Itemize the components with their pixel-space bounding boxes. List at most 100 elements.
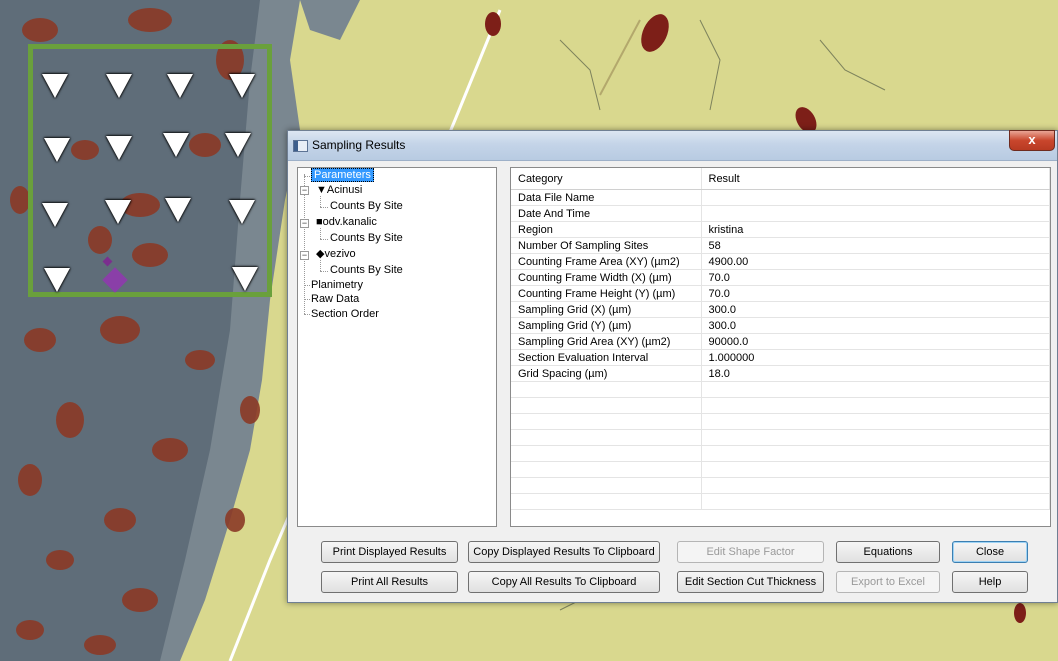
collapse-icon[interactable]: − [300, 219, 309, 228]
tree-item-label: Parameters [311, 168, 374, 182]
empty-cell [511, 445, 702, 462]
result-cell: 70.0 [701, 285, 1050, 302]
acinusi-marker[interactable] [225, 133, 251, 157]
tree-item-acinusi[interactable]: ▼Acinusi [316, 183, 362, 198]
tree-item-vezivo[interactable]: ◆vezivo [316, 247, 356, 262]
acinusi-marker[interactable] [232, 267, 258, 291]
close-button[interactable]: Close [952, 541, 1028, 563]
tree-connector [304, 174, 305, 314]
table-row-empty [511, 493, 1050, 510]
tree-item-vezivo-counts[interactable]: Counts By Site [330, 263, 403, 278]
collapse-icon[interactable]: − [300, 186, 309, 195]
result-cell: 1.000000 [701, 349, 1050, 366]
print-all-results-button[interactable]: Print All Results [321, 571, 458, 593]
table-row[interactable]: Grid Spacing (µm) 18.0 [511, 365, 1050, 382]
empty-cell [511, 477, 702, 494]
table-row-empty [511, 397, 1050, 414]
print-displayed-results-button[interactable]: Print Displayed Results [321, 541, 458, 563]
tree-connector [304, 314, 310, 315]
category-cell: Number Of Sampling Sites [511, 237, 702, 254]
tree-connector [304, 285, 310, 286]
acinusi-marker[interactable] [106, 74, 132, 98]
result-cell: 300.0 [701, 301, 1050, 318]
acinusi-marker[interactable] [167, 74, 193, 98]
table-row[interactable]: Number Of Sampling Sites 58 [511, 237, 1050, 254]
table-row-empty [511, 477, 1050, 494]
sampling-results-window: Sampling Results x Parameters − ▼Acinusi [287, 130, 1058, 603]
help-button[interactable]: Help [952, 571, 1028, 593]
table-row-empty [511, 381, 1050, 398]
category-cell: Sampling Grid (Y) (µm) [511, 317, 702, 334]
empty-cell [701, 413, 1050, 430]
acinusi-marker[interactable] [163, 133, 189, 157]
tree-connector [320, 207, 328, 208]
table-row[interactable]: Counting Frame Area (XY) (µm2) 4900.00 [511, 253, 1050, 270]
empty-cell [511, 461, 702, 478]
table-row[interactable]: Counting Frame Height (Y) (µm) 70.0 [511, 285, 1050, 302]
category-cell: Region [511, 221, 702, 238]
empty-cell [701, 493, 1050, 510]
acinusi-marker[interactable] [44, 268, 70, 292]
empty-cell [701, 381, 1050, 398]
tree-item-label: ▼Acinusi [316, 184, 363, 196]
window-client-area: Parameters − ▼Acinusi Counts By Site − ■… [288, 161, 1057, 602]
acinusi-marker[interactable] [106, 136, 132, 160]
results-tree[interactable]: Parameters − ▼Acinusi Counts By Site − ■… [297, 167, 497, 527]
tree-item-parameters[interactable]: Parameters [311, 168, 374, 183]
table-row[interactable]: Counting Frame Width (X) (µm) 70.0 [511, 269, 1050, 286]
table-row[interactable]: Sampling Grid (X) (µm) 300.0 [511, 301, 1050, 318]
empty-cell [511, 413, 702, 430]
copy-all-results-button[interactable]: Copy All Results To Clipboard [468, 571, 660, 593]
acinusi-marker[interactable] [165, 198, 191, 222]
column-header-result[interactable]: Result [701, 168, 1050, 190]
empty-cell [701, 445, 1050, 462]
collapse-icon[interactable]: − [300, 251, 309, 260]
close-window-button[interactable]: x [1009, 130, 1055, 151]
tree-item-section-order[interactable]: Section Order [311, 307, 379, 322]
tree-item-raw-data[interactable]: Raw Data [311, 292, 359, 307]
tree-item-label: ■odv.kanalic [316, 216, 377, 228]
category-cell: Counting Frame Width (X) (µm) [511, 269, 702, 286]
tree-item-odv-kanalic[interactable]: ■odv.kanalic [316, 215, 377, 230]
table-row[interactable]: Sampling Grid Area (XY) (µm2) 90000.0 [511, 333, 1050, 350]
category-cell: Sampling Grid Area (XY) (µm2) [511, 333, 702, 350]
acinusi-marker[interactable] [105, 200, 131, 224]
tree-item-planimetry[interactable]: Planimetry [311, 278, 363, 293]
export-to-excel-button[interactable]: Export to Excel [836, 571, 940, 593]
result-cell: 18.0 [701, 365, 1050, 382]
copy-displayed-results-button[interactable]: Copy Displayed Results To Clipboard [468, 541, 660, 563]
acinusi-marker[interactable] [42, 203, 68, 227]
app-window-icon [293, 140, 308, 152]
window-title: Sampling Results [312, 138, 406, 152]
edit-section-cut-thickness-button[interactable]: Edit Section Cut Thickness [677, 571, 824, 593]
tree-item-odv-kanalic-counts[interactable]: Counts By Site [330, 231, 403, 246]
equations-button[interactable]: Equations [836, 541, 940, 563]
table-row[interactable]: Data File Name [511, 189, 1050, 206]
empty-cell [511, 429, 702, 446]
tree-connector [320, 239, 328, 240]
tree-item-acinusi-counts[interactable]: Counts By Site [330, 199, 403, 214]
category-cell: Grid Spacing (µm) [511, 365, 702, 382]
acinusi-marker[interactable] [44, 138, 70, 162]
tree-item-label: Raw Data [311, 293, 360, 305]
acinusi-marker[interactable] [229, 200, 255, 224]
edit-shape-factor-button[interactable]: Edit Shape Factor [677, 541, 824, 563]
table-row[interactable]: Sampling Grid (Y) (µm) 300.0 [511, 317, 1050, 334]
table-row[interactable]: Date And Time [511, 205, 1050, 222]
acinusi-marker[interactable] [229, 74, 255, 98]
result-cell: 70.0 [701, 269, 1050, 286]
acinusi-marker[interactable] [42, 74, 68, 98]
category-cell: Counting Frame Area (XY) (µm2) [511, 253, 702, 270]
result-cell: kristina [701, 221, 1050, 238]
results-table[interactable]: Category Result Data File Name Date And T… [510, 167, 1051, 527]
category-cell: Counting Frame Height (Y) (µm) [511, 285, 702, 302]
window-titlebar[interactable]: Sampling Results x [288, 130, 1057, 161]
table-row-empty [511, 461, 1050, 478]
table-row[interactable]: Region kristina [511, 221, 1050, 238]
table-row[interactable]: Section Evaluation Interval 1.000000 [511, 349, 1050, 366]
tree-connector [304, 299, 310, 300]
column-header-category[interactable]: Category [511, 168, 702, 190]
table-header-row: Category Result [511, 168, 1050, 190]
empty-cell [511, 493, 702, 510]
tree-item-label: ◆vezivo [316, 248, 356, 260]
